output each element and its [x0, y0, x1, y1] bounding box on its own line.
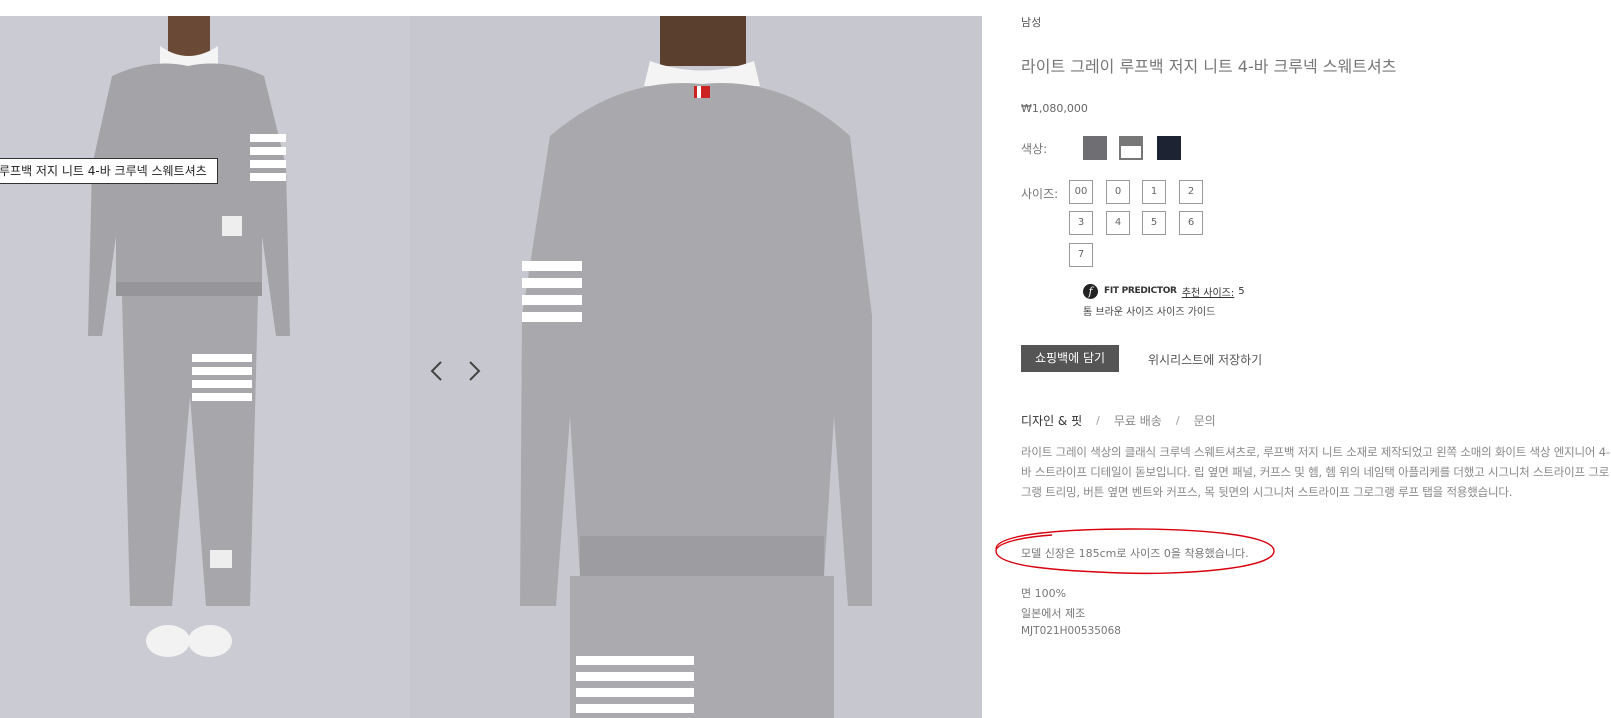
fit-predictor: f FIT PREDICTOR 추천 사이즈: 5 — [1083, 283, 1245, 299]
size-option[interactable]: 6 — [1179, 211, 1203, 235]
size-option[interactable]: 2 — [1179, 180, 1203, 204]
product-code: MJT021H00535068 — [1021, 625, 1121, 637]
add-to-bag-button[interactable]: 쇼핑백에 담기 — [1021, 345, 1119, 372]
size-guide-link[interactable]: 톰 브라운 사이즈 사이즈 가이드 — [1083, 303, 1215, 318]
product-photo-back — [410, 16, 982, 718]
tab-design-fit[interactable]: 디자인 & 핏 — [1021, 412, 1082, 429]
recommended-size-value: 5 — [1238, 285, 1245, 297]
chevron-left-icon — [430, 361, 442, 381]
tab-separator: / — [1096, 414, 1100, 427]
origin-info: 일본에서 제조 — [1021, 607, 1086, 620]
tab-inquiry[interactable]: 문의 — [1194, 412, 1216, 429]
size-option[interactable]: 7 — [1069, 243, 1093, 267]
image-tooltip: 루프백 저지 니트 4-바 크루넥 스웨트셔츠 — [0, 158, 218, 184]
product-gallery: 루프백 저지 니트 4-바 크루넥 스웨트셔츠 — [0, 16, 982, 718]
product-title: 라이트 그레이 루프백 저지 니트 4-바 크루넥 스웨트셔츠 — [1021, 57, 1397, 76]
product-description: 라이트 그레이 색상의 클래식 크루넥 스웨트셔츠로, 루프백 저지 니트 소재… — [1021, 445, 1610, 499]
product-info-panel: 남성 라이트 그레이 루프백 저지 니트 4-바 크루넥 스웨트셔츠 ₩1,08… — [1021, 0, 1611, 718]
size-option[interactable]: 1 — [1142, 180, 1166, 204]
chevron-right-icon — [469, 361, 481, 381]
fit-predictor-logo-icon: f — [1083, 283, 1098, 299]
recommended-size-link[interactable]: 추천 사이즈: — [1182, 284, 1235, 299]
product-price: ₩1,080,000 — [1021, 102, 1088, 115]
size-option[interactable]: 0 — [1106, 180, 1130, 204]
tab-separator: / — [1175, 414, 1180, 427]
red-ellipse-annotation — [995, 528, 1275, 575]
size-label: 사이즈: — [1021, 187, 1059, 201]
tab-free-shipping[interactable]: 무료 배송 — [1114, 412, 1162, 429]
color-label: 색상: — [1021, 142, 1048, 156]
product-photo-front — [0, 16, 410, 718]
color-swatch-navy[interactable] — [1157, 136, 1181, 160]
size-option[interactable]: 00 — [1069, 180, 1093, 204]
gallery-next-button[interactable] — [462, 354, 484, 388]
fit-predictor-brand: FIT PREDICTOR — [1104, 286, 1177, 296]
color-swatch-light-grey[interactable] — [1119, 136, 1143, 160]
size-option[interactable]: 4 — [1106, 211, 1130, 235]
size-option[interactable]: 3 — [1069, 211, 1093, 235]
color-swatch-medium-grey[interactable] — [1083, 136, 1107, 160]
material-info: 면 100% — [1021, 587, 1067, 600]
info-tabs: 디자인 & 핏 / 무료 배송 / 문의 — [1021, 412, 1216, 429]
save-to-wishlist-link[interactable]: 위시리스트에 저장하기 — [1148, 351, 1262, 368]
category-label: 남성 — [1021, 16, 1042, 29]
size-option[interactable]: 5 — [1142, 211, 1166, 235]
gallery-prev-button[interactable] — [427, 354, 449, 388]
